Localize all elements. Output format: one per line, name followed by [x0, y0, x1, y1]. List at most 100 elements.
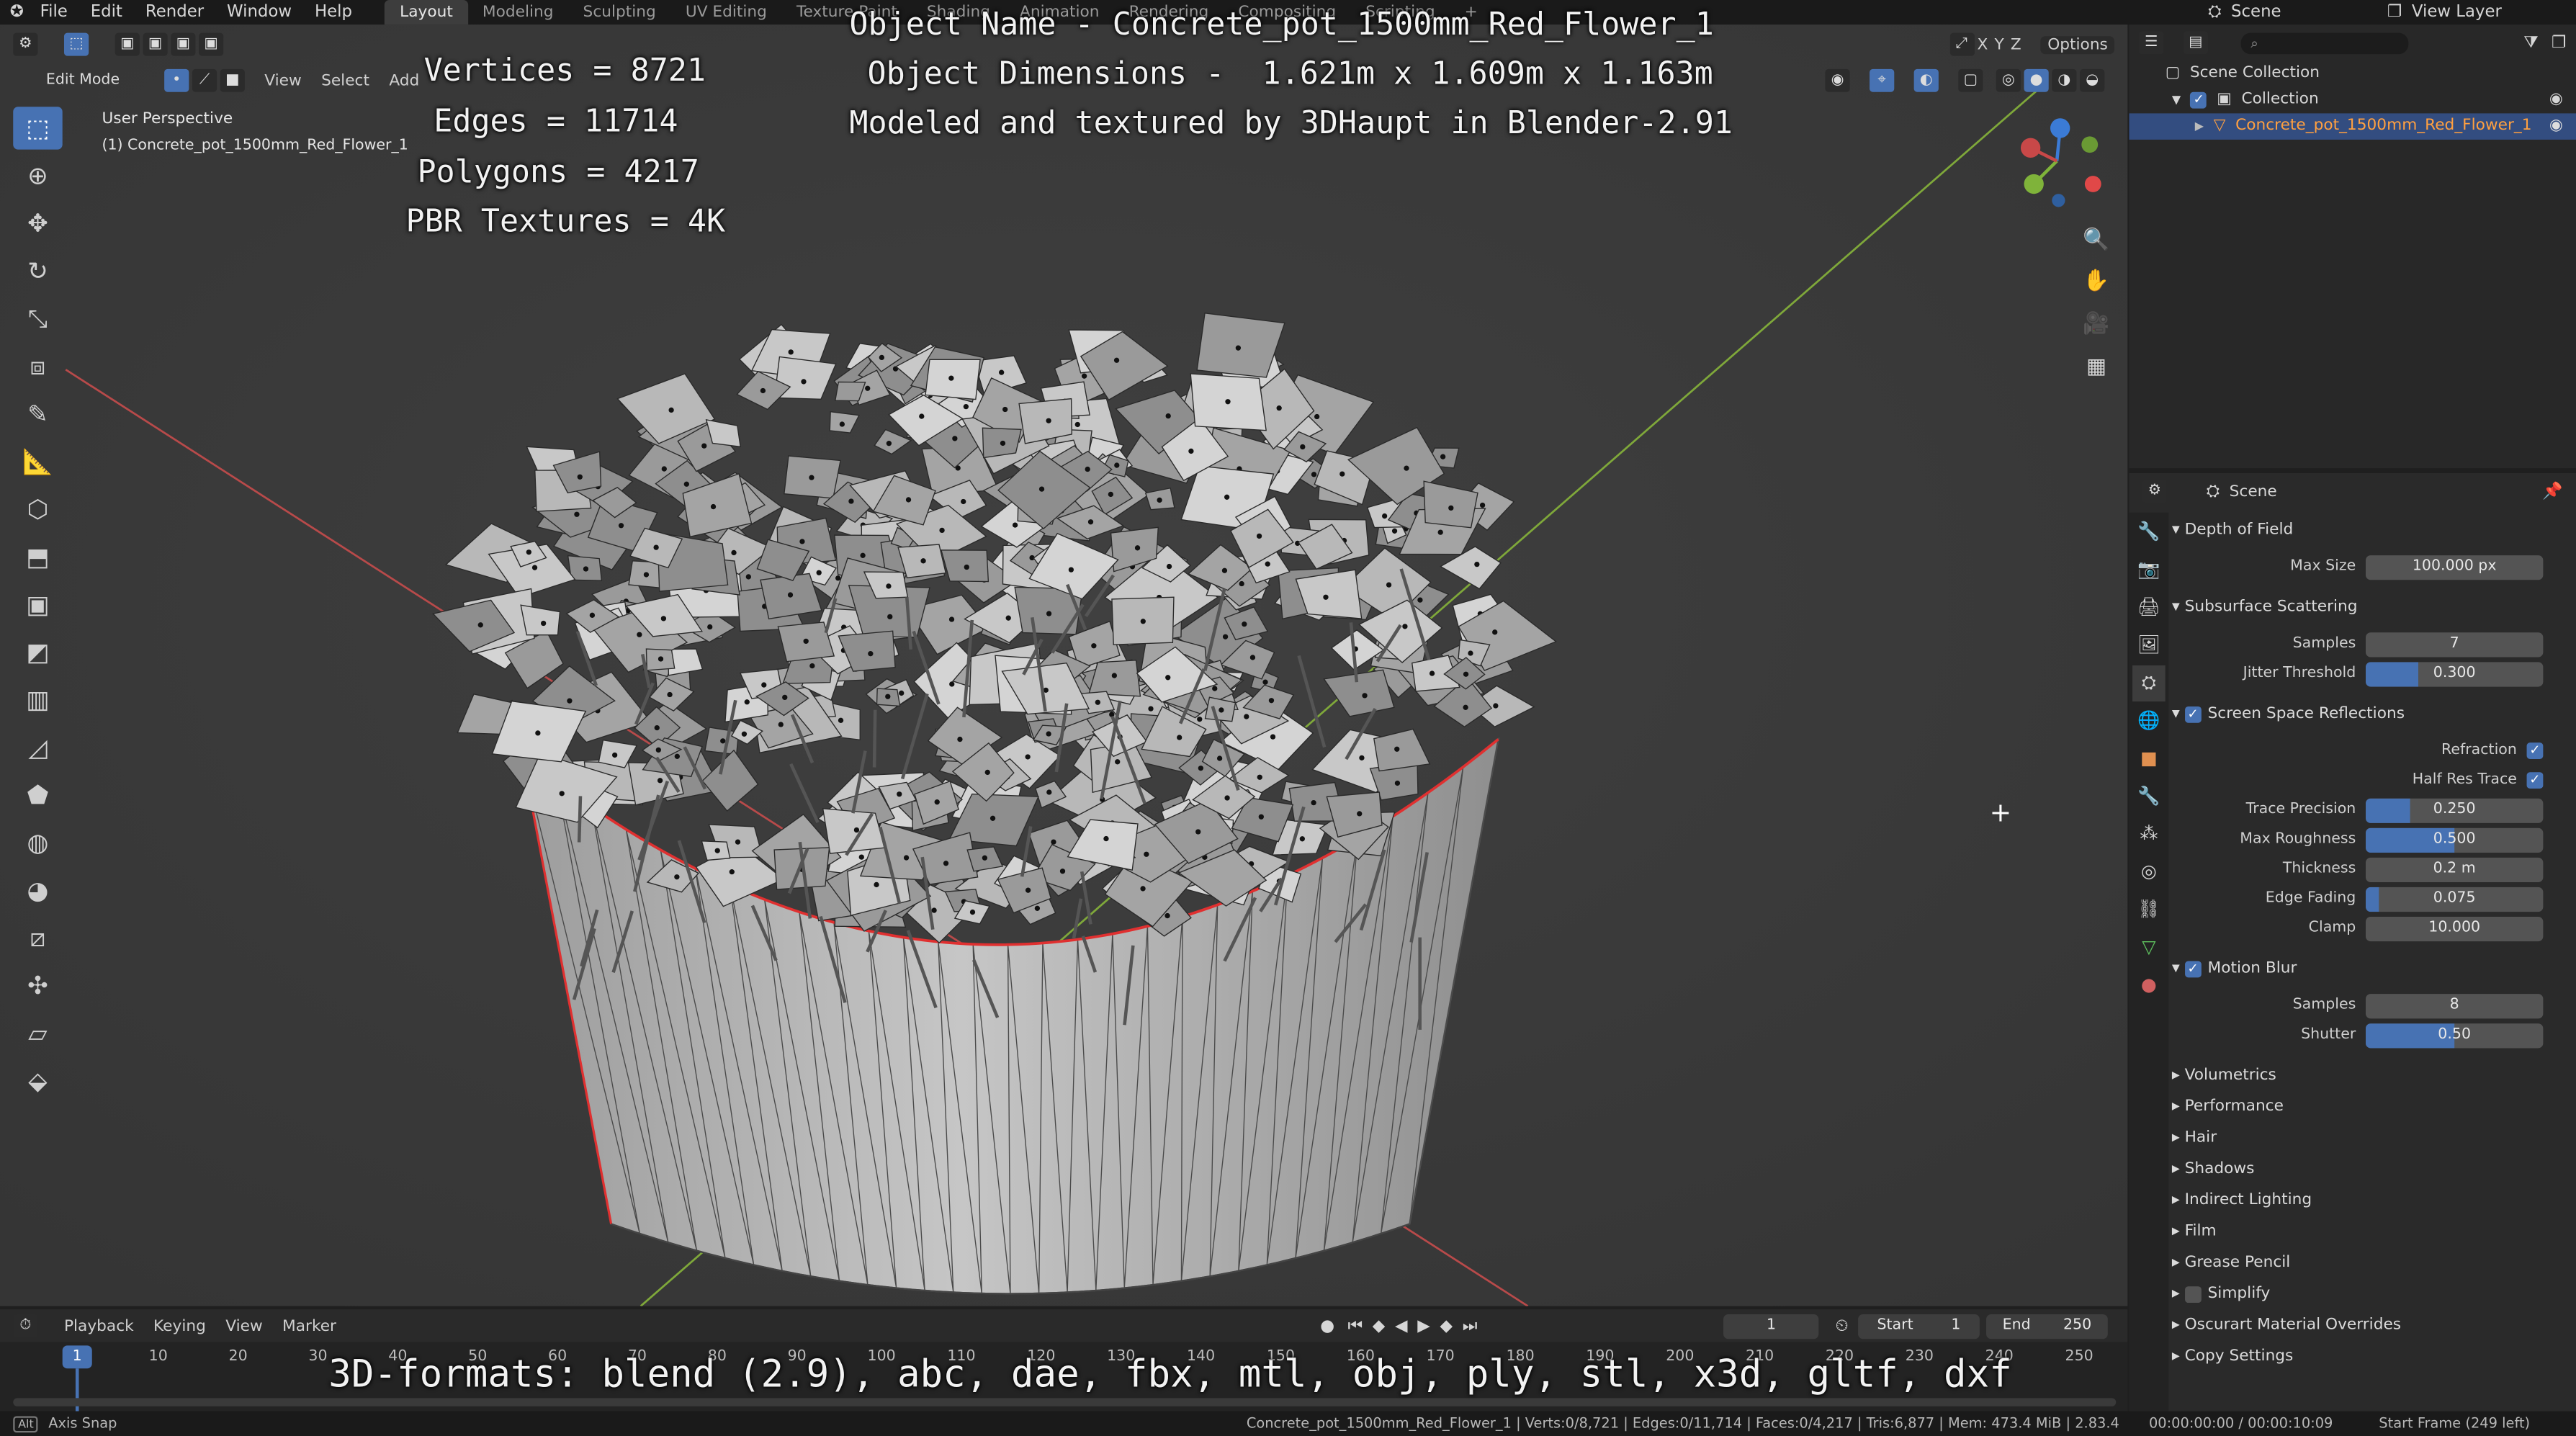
viewport-canvas[interactable]: [0, 24, 2127, 1306]
refraction-checkbox[interactable]: ✓: [2527, 742, 2544, 759]
smooth-tool-icon[interactable]: ◕: [13, 869, 62, 912]
section-sss[interactable]: ▾ Subsurface Scattering: [2172, 591, 2573, 622]
menu-edit[interactable]: Edit: [91, 4, 122, 22]
menu-render[interactable]: Render: [145, 4, 204, 22]
move-tool-icon[interactable]: ✥: [13, 202, 62, 245]
timeline-editor-icon[interactable]: ⏱: [13, 1314, 37, 1337]
workspace-tab-uv-editing[interactable]: UV Editing: [670, 0, 781, 24]
section-oscurart-overrides[interactable]: ▸ Oscurart Material Overrides: [2172, 1309, 2573, 1340]
workspace-tab-modeling[interactable]: Modeling: [467, 0, 568, 24]
shading-solid-icon[interactable]: ●: [2024, 69, 2049, 92]
start-frame-field[interactable]: Start1: [1858, 1314, 1980, 1338]
constraints-tab-icon[interactable]: ⛓: [2132, 892, 2166, 928]
section-copy-settings[interactable]: ▸ Copy Settings: [2172, 1341, 2573, 1372]
outliner-search-field[interactable]: ⌕: [2241, 32, 2409, 53]
overlay-toggle-icon[interactable]: ◐: [1914, 69, 1939, 92]
edge-fading-slider[interactable]: 0.075: [2366, 887, 2543, 911]
select-mode-new-icon[interactable]: ▣: [115, 33, 140, 56]
expand-arrow-icon[interactable]: ▶: [2195, 113, 2204, 140]
timeline-area[interactable]: 1102030405060708090100110120130140150160…: [0, 1342, 2127, 1412]
particles-tab-icon[interactable]: ⁂: [2132, 817, 2166, 853]
rip-tool-icon[interactable]: ⬙: [13, 1059, 62, 1102]
options-dropdown[interactable]: Options: [2041, 35, 2114, 53]
sss-samples-field[interactable]: 7: [2366, 632, 2543, 656]
preview-range-icon[interactable]: ⏲: [1836, 1316, 1849, 1334]
select-tool-icon[interactable]: ⬚: [64, 33, 89, 56]
3d-viewport[interactable]: [0, 24, 2127, 1306]
playhead[interactable]: 1: [63, 1345, 92, 1368]
outliner-editor-icon[interactable]: ☰: [2139, 31, 2163, 54]
record-icon[interactable]: ●: [1320, 1316, 1334, 1334]
transform-affect-icon[interactable]: ⤢: [1949, 33, 1974, 56]
select-box-tool-icon[interactable]: ⬚: [13, 107, 62, 149]
scene-tab-icon[interactable]: ⛭: [2132, 665, 2166, 701]
timeline-menu-playback[interactable]: Playback: [64, 1316, 134, 1334]
axis-y-toggle[interactable]: Y: [1994, 35, 2003, 53]
rotate-tool-icon[interactable]: ↻: [13, 250, 62, 292]
poly-build-tool-icon[interactable]: ⬟: [13, 773, 62, 816]
outliner-collection[interactable]: ▼ ✓ ▣ Collection ◉: [2130, 87, 2576, 114]
xray-toggle-icon[interactable]: ▢: [1958, 69, 1983, 92]
jump-key-forward-icon[interactable]: ◆: [1440, 1316, 1453, 1334]
shear-tool-icon[interactable]: ▱: [13, 1012, 62, 1054]
shading-material-icon[interactable]: ◑: [2052, 69, 2076, 92]
cursor-tool-icon[interactable]: ⊕: [13, 154, 62, 197]
section-indirect-lighting[interactable]: ▸ Indirect Lighting: [2172, 1185, 2573, 1216]
axis-x-toggle[interactable]: X: [1977, 35, 1988, 53]
data-tab-icon[interactable]: ▽: [2132, 930, 2166, 966]
jump-start-icon[interactable]: ⏮: [1347, 1316, 1363, 1334]
mb-samples-field[interactable]: 8: [2366, 993, 2543, 1018]
add-cube-tool-icon[interactable]: ⬡: [13, 488, 62, 531]
timeline-scrollbar[interactable]: [13, 1398, 2116, 1406]
new-collection-icon[interactable]: ❐: [2552, 34, 2566, 52]
timeline-menu-view[interactable]: View: [225, 1316, 262, 1334]
shading-wireframe-icon[interactable]: ◎: [1996, 69, 2021, 92]
timeline-menu-keying[interactable]: Keying: [153, 1316, 206, 1334]
camera-view-icon[interactable]: 🎥: [2078, 308, 2114, 344]
jitter-threshold-slider[interactable]: 0.300: [2366, 661, 2543, 686]
transform-tool-icon[interactable]: ⧈: [13, 345, 62, 387]
scale-tool-icon[interactable]: ⤡: [13, 297, 62, 340]
blender-logo-icon[interactable]: ✪: [10, 4, 24, 22]
pan-hand-icon[interactable]: ✋: [2078, 264, 2114, 300]
section-hair[interactable]: ▸ Hair: [2172, 1122, 2573, 1153]
workspace-tab-layout[interactable]: Layout: [385, 0, 468, 24]
bevel-tool-icon[interactable]: ◩: [13, 631, 62, 673]
view-layer-tab-icon[interactable]: 🖼: [2132, 627, 2166, 663]
collection-checkbox[interactable]: ✓: [2191, 92, 2207, 109]
view-layer-icon[interactable]: ❐: [2387, 4, 2402, 22]
trace-precision-slider[interactable]: 0.250: [2366, 798, 2543, 822]
pin-icon[interactable]: 📌: [2542, 483, 2562, 501]
section-simplify[interactable]: ▸ Simplify: [2172, 1278, 2573, 1309]
section-motion-blur[interactable]: ▾ ✓Motion Blur: [2172, 953, 2573, 984]
edit-mode-dropdown[interactable]: Edit Mode: [46, 72, 161, 89]
play-reverse-icon[interactable]: ◀: [1395, 1316, 1408, 1334]
motion-blur-checkbox[interactable]: ✓: [2185, 960, 2202, 977]
tool-tab-icon[interactable]: 🔧: [2132, 514, 2166, 550]
outliner-display-mode-icon[interactable]: ▤: [2184, 31, 2208, 54]
viewport-menu-select[interactable]: Select: [321, 71, 369, 89]
visibility-icon[interactable]: ◉: [1825, 69, 1849, 92]
menu-help[interactable]: Help: [315, 4, 352, 22]
expand-arrow-icon[interactable]: ▼: [2172, 87, 2181, 114]
render-tab-icon[interactable]: 📷: [2132, 552, 2166, 588]
section-film[interactable]: ▸ Film: [2172, 1216, 2573, 1247]
menu-window[interactable]: Window: [227, 4, 292, 22]
editor-type-icon[interactable]: ⚙: [13, 33, 37, 56]
simplify-checkbox[interactable]: [2185, 1285, 2202, 1302]
material-tab-icon[interactable]: ●: [2132, 968, 2166, 1004]
menu-file[interactable]: File: [40, 4, 68, 22]
section-depth-of-field[interactable]: ▾ Depth of Field: [2172, 514, 2573, 545]
scene-selector[interactable]: Scene: [2231, 4, 2387, 22]
filter-icon[interactable]: ⧩: [2523, 34, 2538, 52]
viewport-menu-view[interactable]: View: [264, 71, 301, 89]
half-res-checkbox[interactable]: ✓: [2527, 772, 2544, 789]
knife-tool-icon[interactable]: ◿: [13, 726, 62, 768]
world-tab-icon[interactable]: 🌐: [2132, 703, 2166, 739]
scene-icon[interactable]: ⛭: [2208, 4, 2221, 22]
spin-tool-icon[interactable]: ◍: [13, 822, 62, 864]
navigation-gizmo[interactable]: [2008, 112, 2106, 210]
vertex-select-icon[interactable]: •: [164, 69, 189, 92]
outliner-scene-collection[interactable]: ▢ Scene Collection: [2130, 60, 2576, 87]
current-frame-field[interactable]: 1: [1723, 1314, 1818, 1338]
